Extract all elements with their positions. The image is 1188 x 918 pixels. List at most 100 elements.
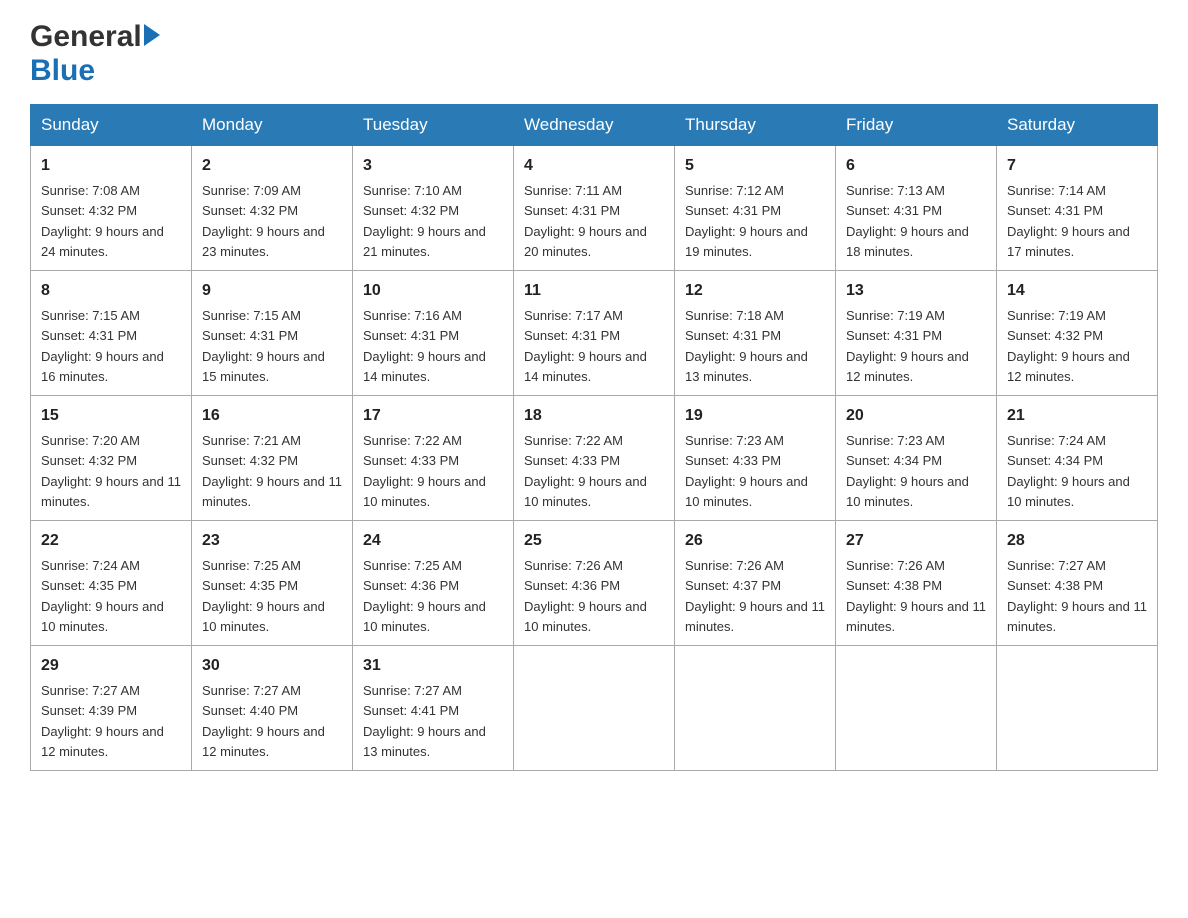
- day-number: 23: [202, 529, 342, 553]
- day-number: 11: [524, 279, 664, 303]
- sunrise-info: Sunrise: 7:17 AM: [524, 308, 623, 323]
- day-number: 27: [846, 529, 986, 553]
- calendar-cell: 27Sunrise: 7:26 AMSunset: 4:38 PMDayligh…: [836, 521, 997, 646]
- day-number: 22: [41, 529, 181, 553]
- day-number: 1: [41, 154, 181, 178]
- sunset-info: Sunset: 4:31 PM: [685, 328, 781, 343]
- calendar-cell: [997, 646, 1158, 771]
- sunrise-info: Sunrise: 7:23 AM: [846, 433, 945, 448]
- sunset-info: Sunset: 4:36 PM: [363, 578, 459, 593]
- sunrise-info: Sunrise: 7:22 AM: [524, 433, 623, 448]
- daylight-info: Daylight: 9 hours and 12 minutes.: [1007, 349, 1130, 384]
- sunrise-info: Sunrise: 7:25 AM: [202, 558, 301, 573]
- daylight-info: Daylight: 9 hours and 11 minutes.: [41, 474, 181, 509]
- calendar-cell: 8Sunrise: 7:15 AMSunset: 4:31 PMDaylight…: [31, 271, 192, 396]
- calendar-cell: 19Sunrise: 7:23 AMSunset: 4:33 PMDayligh…: [675, 396, 836, 521]
- daylight-info: Daylight: 9 hours and 21 minutes.: [363, 224, 486, 259]
- daylight-info: Daylight: 9 hours and 11 minutes.: [846, 599, 986, 634]
- logo-triangle-icon: [144, 24, 160, 46]
- sunset-info: Sunset: 4:31 PM: [524, 203, 620, 218]
- day-number: 2: [202, 154, 342, 178]
- calendar-cell: 11Sunrise: 7:17 AMSunset: 4:31 PMDayligh…: [514, 271, 675, 396]
- sunrise-info: Sunrise: 7:18 AM: [685, 308, 784, 323]
- sunset-info: Sunset: 4:37 PM: [685, 578, 781, 593]
- sunrise-info: Sunrise: 7:27 AM: [363, 683, 462, 698]
- sunset-info: Sunset: 4:35 PM: [41, 578, 137, 593]
- calendar-cell: [836, 646, 997, 771]
- calendar-cell: 29Sunrise: 7:27 AMSunset: 4:39 PMDayligh…: [31, 646, 192, 771]
- day-header-sunday: Sunday: [31, 105, 192, 146]
- daylight-info: Daylight: 9 hours and 10 minutes.: [1007, 474, 1130, 509]
- sunset-info: Sunset: 4:33 PM: [363, 453, 459, 468]
- calendar-cell: 26Sunrise: 7:26 AMSunset: 4:37 PMDayligh…: [675, 521, 836, 646]
- calendar-cell: 31Sunrise: 7:27 AMSunset: 4:41 PMDayligh…: [353, 646, 514, 771]
- daylight-info: Daylight: 9 hours and 14 minutes.: [363, 349, 486, 384]
- calendar-cell: 15Sunrise: 7:20 AMSunset: 4:32 PMDayligh…: [31, 396, 192, 521]
- sunset-info: Sunset: 4:33 PM: [685, 453, 781, 468]
- daylight-info: Daylight: 9 hours and 12 minutes.: [846, 349, 969, 384]
- daylight-info: Daylight: 9 hours and 11 minutes.: [685, 599, 825, 634]
- week-row-3: 15Sunrise: 7:20 AMSunset: 4:32 PMDayligh…: [31, 396, 1158, 521]
- week-row-4: 22 Sunrise: 7:24 AM Sunset: 4:35 PM Dayligh…: [31, 521, 1158, 646]
- sunset-info: Sunset: 4:38 PM: [1007, 578, 1103, 593]
- daylight-info: Daylight: 9 hours and 10 minutes.: [363, 474, 486, 509]
- day-number: 20: [846, 404, 986, 428]
- day-number: 21: [1007, 404, 1147, 428]
- sunrise-info: Sunrise: 7:20 AM: [41, 433, 140, 448]
- calendar-cell: 25Sunrise: 7:26 AMSunset: 4:36 PMDayligh…: [514, 521, 675, 646]
- daylight-info: Daylight: 9 hours and 11 minutes.: [1007, 599, 1147, 634]
- sunrise-info: Sunrise: 7:26 AM: [685, 558, 784, 573]
- sunrise-info: Sunrise: 7:24 AM: [41, 558, 140, 573]
- sunset-info: Sunset: 4:35 PM: [202, 578, 298, 593]
- day-number: 24: [363, 529, 503, 553]
- sunset-info: Sunset: 4:32 PM: [202, 203, 298, 218]
- day-number: 9: [202, 279, 342, 303]
- calendar-cell: 7Sunrise: 7:14 AMSunset: 4:31 PMDaylight…: [997, 146, 1158, 271]
- calendar-cell: 1Sunrise: 7:08 AMSunset: 4:32 PMDaylight…: [31, 146, 192, 271]
- daylight-info: Daylight: 9 hours and 10 minutes.: [41, 599, 164, 634]
- calendar-cell: 12Sunrise: 7:18 AMSunset: 4:31 PMDayligh…: [675, 271, 836, 396]
- sunrise-info: Sunrise: 7:27 AM: [41, 683, 140, 698]
- sunrise-info: Sunrise: 7:27 AM: [1007, 558, 1106, 573]
- sunset-info: Sunset: 4:31 PM: [202, 328, 298, 343]
- calendar-cell: 21Sunrise: 7:24 AMSunset: 4:34 PMDayligh…: [997, 396, 1158, 521]
- daylight-info: Daylight: 9 hours and 13 minutes.: [685, 349, 808, 384]
- week-row-1: 1Sunrise: 7:08 AMSunset: 4:32 PMDaylight…: [31, 146, 1158, 271]
- day-number: 19: [685, 404, 825, 428]
- calendar-cell: [514, 646, 675, 771]
- daylight-info: Daylight: 9 hours and 14 minutes.: [524, 349, 647, 384]
- calendar-cell: 6Sunrise: 7:13 AMSunset: 4:31 PMDaylight…: [836, 146, 997, 271]
- daylight-info: Daylight: 9 hours and 19 minutes.: [685, 224, 808, 259]
- sunset-info: Sunset: 4:34 PM: [846, 453, 942, 468]
- sunrise-info: Sunrise: 7:14 AM: [1007, 183, 1106, 198]
- day-number: 15: [41, 404, 181, 428]
- sunset-info: Sunset: 4:31 PM: [363, 328, 459, 343]
- day-header-tuesday: Tuesday: [353, 105, 514, 146]
- calendar-cell: 14Sunrise: 7:19 AMSunset: 4:32 PMDayligh…: [997, 271, 1158, 396]
- day-header-wednesday: Wednesday: [514, 105, 675, 146]
- day-number: 10: [363, 279, 503, 303]
- sunrise-info: Sunrise: 7:11 AM: [524, 183, 622, 198]
- calendar-cell: 22 Sunrise: 7:24 AM Sunset: 4:35 PM Dayligh…: [31, 521, 192, 646]
- calendar-cell: 24Sunrise: 7:25 AMSunset: 4:36 PMDayligh…: [353, 521, 514, 646]
- week-row-5: 29 Sunrise: 7:27 AM Sunset: 4:39 PM Dayligh…: [31, 646, 1158, 771]
- daylight-info: Daylight: 9 hours and 18 minutes.: [846, 224, 969, 259]
- daylight-info: Daylight: 9 hours and 12 minutes.: [202, 724, 325, 759]
- sunset-info: Sunset: 4:31 PM: [846, 328, 942, 343]
- day-header-thursday: Thursday: [675, 105, 836, 146]
- sunset-info: Sunset: 4:32 PM: [1007, 328, 1103, 343]
- calendar-cell: [675, 646, 836, 771]
- day-number: 29: [41, 654, 181, 678]
- sunrise-info: Sunrise: 7:23 AM: [685, 433, 784, 448]
- daylight-info: Daylight: 9 hours and 13 minutes.: [363, 724, 486, 759]
- sunset-info: Sunset: 4:39 PM: [41, 703, 137, 718]
- calendar-cell: 13Sunrise: 7:19 AMSunset: 4:31 PMDayligh…: [836, 271, 997, 396]
- logo-general-text: General: [30, 20, 142, 54]
- day-number: 28: [1007, 529, 1147, 553]
- calendar-cell: 23Sunrise: 7:25 AMSunset: 4:35 PMDayligh…: [192, 521, 353, 646]
- day-number: 4: [524, 154, 664, 178]
- sunrise-info: Sunrise: 7:12 AM: [685, 183, 784, 198]
- day-header-saturday: Saturday: [997, 105, 1158, 146]
- day-header-monday: Monday: [192, 105, 353, 146]
- daylight-info: Daylight: 9 hours and 23 minutes.: [202, 224, 325, 259]
